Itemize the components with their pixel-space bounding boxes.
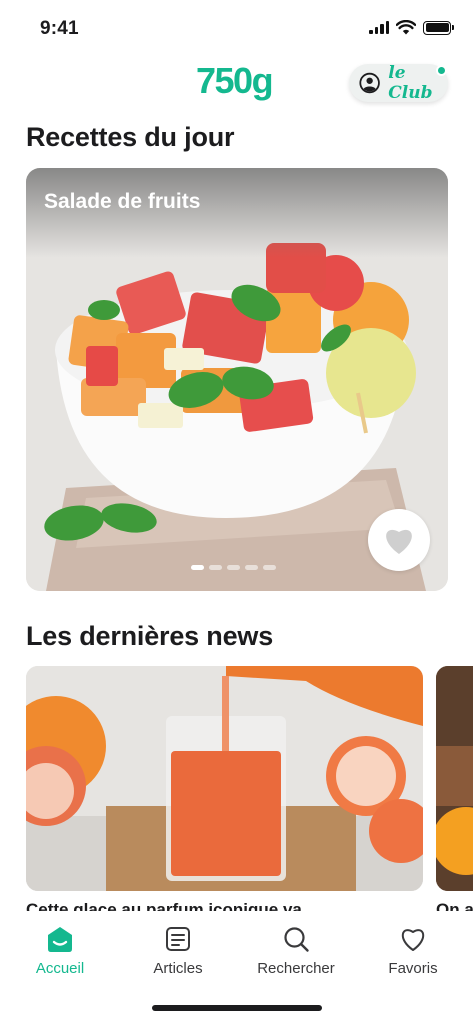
news-card[interactable] [436, 666, 473, 891]
pager-dot[interactable] [263, 565, 276, 570]
tab-label: Rechercher [257, 960, 335, 977]
tab-rechercher[interactable]: Rechercher [241, 925, 351, 977]
tab-label: Favoris [388, 960, 438, 977]
status-icons [369, 20, 454, 35]
recipe-card[interactable]: Salade de fruits [26, 168, 448, 591]
recipes-section-title: Recettes du jour [26, 122, 235, 152]
carousel-pager [191, 565, 276, 570]
news-carousel[interactable]: Cette glace au parfum iconique va On a [0, 666, 473, 916]
bottom-tab-bar: Accueil Articles Rechercher Favoris [0, 911, 473, 1024]
pager-dot[interactable] [191, 565, 204, 570]
tab-accueil[interactable]: Accueil [5, 925, 115, 977]
home-indicator [152, 1005, 322, 1011]
heart-icon [401, 929, 425, 951]
status-bar: 9:41 [0, 0, 473, 58]
news-photo [436, 666, 473, 891]
cellular-signal-icon [369, 21, 389, 34]
user-icon [359, 72, 380, 94]
recipe-title: Salade de fruits [44, 190, 201, 213]
tab-articles[interactable]: Articles [123, 925, 233, 977]
news-photo [26, 666, 423, 891]
status-time: 9:41 [40, 18, 79, 39]
articles-icon [166, 927, 190, 951]
pager-dot[interactable] [209, 565, 222, 570]
favorite-button[interactable] [368, 509, 430, 571]
tab-label: Accueil [35, 960, 85, 977]
pager-dot[interactable] [227, 565, 240, 570]
wifi-icon [396, 20, 416, 35]
tab-label: Articles [153, 960, 203, 977]
heart-icon [386, 529, 412, 554]
news-card[interactable] [26, 666, 423, 891]
battery-icon [423, 20, 454, 35]
pager-dot[interactable] [245, 565, 258, 570]
news-section-title: Les dernières news [26, 621, 274, 651]
search-icon [284, 927, 309, 952]
app-logo: 750g [196, 60, 274, 101]
app-header: 750g le Club [0, 58, 473, 108]
tab-favoris[interactable]: Favoris [358, 925, 468, 977]
club-button[interactable]: le Club [349, 63, 448, 103]
notification-dot [436, 65, 447, 76]
home-icon [48, 927, 72, 952]
